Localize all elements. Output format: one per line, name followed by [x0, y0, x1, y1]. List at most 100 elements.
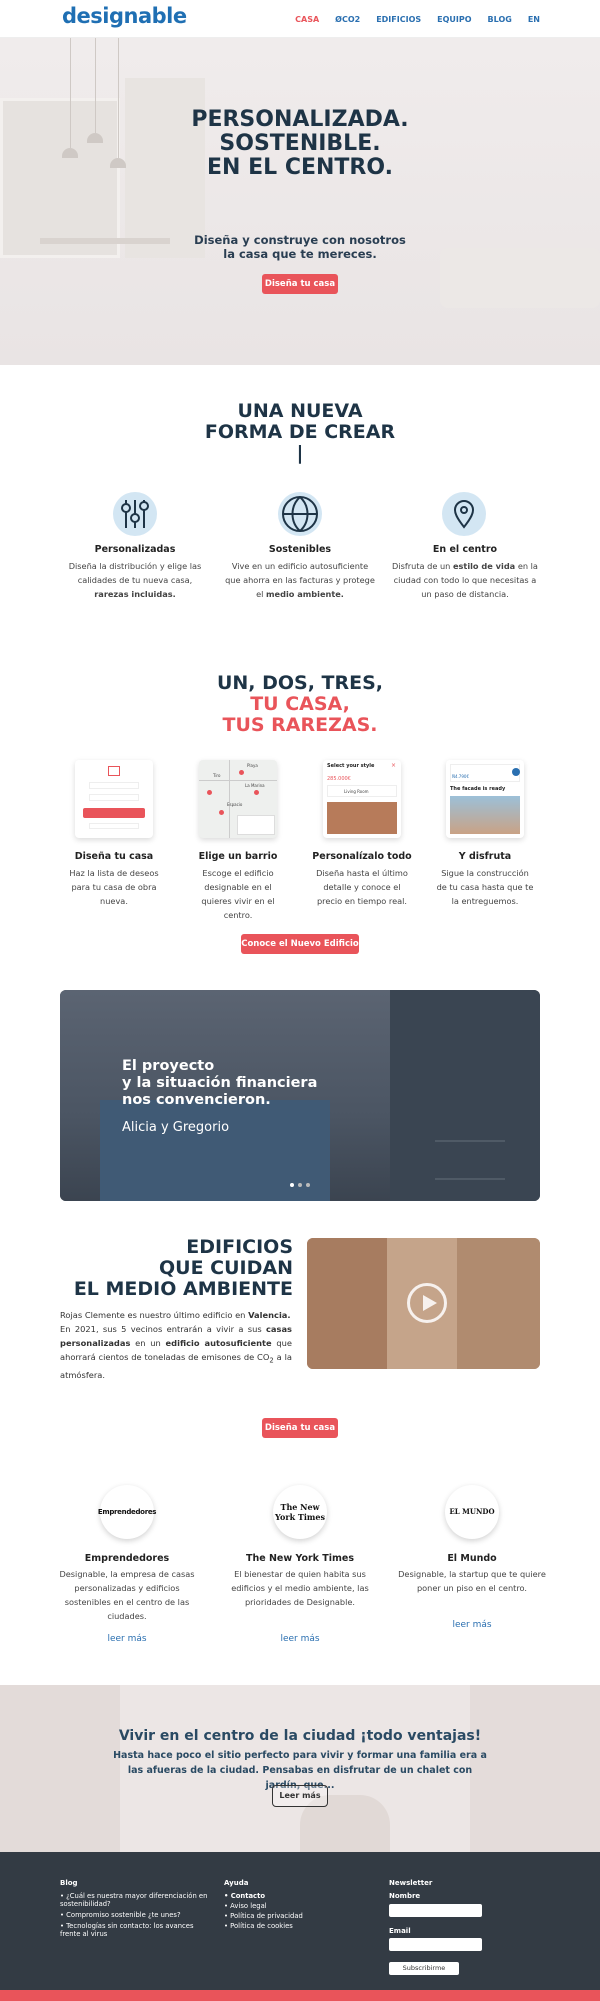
card-amount: Ñ4.790€	[452, 774, 469, 779]
map-road	[199, 780, 277, 781]
location-pin-icon	[442, 492, 486, 536]
site-header: designable CASA ØCO2 EDIFICIOS EQUIPO BL…	[0, 0, 600, 38]
buildings-text: Rojas Clemente es nuestro último edifici…	[60, 1310, 293, 1380]
newsletter-email-input[interactable]	[389, 1938, 482, 1951]
step-text: Escoge el edificio designable en el quie…	[201, 868, 275, 920]
step-customize-image: Select your style × 285.000€ Living Room	[323, 760, 401, 838]
footer-cookies-link[interactable]: • Política de cookies	[224, 1922, 293, 1930]
press-title: El Mundo	[447, 1553, 497, 1564]
close-icon: ×	[391, 762, 397, 769]
logo[interactable]: designable	[62, 4, 187, 28]
card-header	[450, 764, 520, 782]
newsletter-title: Newsletter	[389, 1879, 433, 1887]
step-text: Haz la lista de deseos para tu casa de o…	[69, 868, 159, 906]
footer-blog-link[interactable]: • Tecnologías sin contacto: los avances …	[60, 1922, 210, 1938]
map-pin-icon	[239, 770, 244, 775]
read-more-link[interactable]: leer más	[97, 1634, 157, 1644]
map-pin-icon	[254, 790, 259, 795]
globe-icon	[278, 492, 322, 536]
style-photo	[327, 802, 397, 834]
slider-dot[interactable]	[306, 1183, 310, 1187]
map-pin-icon	[219, 810, 224, 815]
nav-language[interactable]: EN	[528, 15, 540, 24]
read-more-button[interactable]: Leer más	[272, 1785, 328, 1807]
map-label: La Marina	[245, 783, 265, 788]
el-mundo-logo: EL MUNDO	[445, 1485, 499, 1539]
footer-blog-link[interactable]: • Compromiso sostenible ¿te unes?	[60, 1911, 210, 1919]
nav-edificios[interactable]: EDIFICIOS	[376, 15, 421, 24]
emprendedores-logo: Emprendedores	[98, 1485, 156, 1539]
buildings-title: EDIFICIOS QUE CUIDAN EL MEDIO AMBIENTE	[73, 1236, 293, 1300]
feature-text: Diseña la distribución y elige las calid…	[68, 561, 202, 599]
footer-legal-link[interactable]: • Aviso legal	[224, 1902, 267, 1910]
nav-equipo[interactable]: EQUIPO	[437, 15, 471, 24]
building-video[interactable]	[307, 1238, 540, 1369]
newsletter-name-label: Nombre	[389, 1892, 421, 1900]
slider-dot-active[interactable]	[290, 1183, 294, 1187]
map-road	[229, 760, 230, 838]
testimonial-author: Alicia y Gregorio	[122, 1120, 230, 1135]
press-title: Emprendedores	[84, 1553, 170, 1564]
step-text: Sigue la construcción de tu casa hasta q…	[436, 868, 534, 906]
avatar	[512, 768, 520, 776]
typing-cursor: |	[296, 442, 304, 464]
subscribe-button[interactable]: Subscribirme	[389, 1962, 459, 1975]
feature-title: En el centro	[432, 544, 498, 555]
radiator-image	[435, 1140, 505, 1180]
map-label: Espacio	[227, 802, 243, 807]
new-way-title: UNA NUEVA FORMA DE CREAR |	[0, 401, 600, 464]
facade-photo	[450, 796, 520, 834]
nav-blog[interactable]: BLOG	[488, 15, 512, 24]
footer-blog-title: Blog	[60, 1879, 78, 1887]
play-icon[interactable]	[407, 1283, 447, 1323]
kitchen-counter-image	[100, 1100, 330, 1201]
press-text: El bienestar de quien habita sus edifici…	[231, 1569, 369, 1607]
press-title: The New York Times	[245, 1553, 355, 1564]
feature-title: Personalizadas	[94, 544, 176, 555]
building-image	[307, 1238, 387, 1369]
read-more-link[interactable]: leer más	[442, 1620, 502, 1630]
footer-help-title: Ayuda	[224, 1879, 249, 1887]
newsletter-email-label: Email	[389, 1927, 411, 1935]
card-price: 285.000€	[327, 776, 351, 782]
nav-oco2[interactable]: ØCO2	[335, 15, 360, 24]
step-text: Diseña hasta el último detalle y conoce …	[316, 868, 408, 906]
form-button	[83, 808, 145, 818]
step-enjoy-image: Ñ4.790€ The facade is ready	[446, 760, 524, 838]
footer-contact-link[interactable]: • Contacto	[224, 1892, 265, 1900]
hero-cta-button[interactable]: Diseña tu casa	[262, 274, 338, 294]
slider-dot[interactable]	[298, 1183, 302, 1187]
newsletter-name-input[interactable]	[389, 1904, 482, 1917]
card-header: Select your style	[327, 763, 375, 769]
feature-title: Sostenibles	[268, 544, 332, 555]
nyt-logo: The New York Times	[273, 1485, 327, 1539]
form-field	[89, 823, 139, 829]
footer-privacy-link[interactable]: • Política de privacidad	[224, 1912, 303, 1920]
buildings-cta-button[interactable]: Diseña tu casa	[262, 1418, 338, 1438]
bottom-bar	[0, 1990, 600, 2001]
sliders-icon	[113, 492, 157, 536]
press-text: Designable, la startup que te quiere pon…	[398, 1569, 546, 1593]
nav-casa[interactable]: CASA	[295, 15, 319, 24]
hero-subtitle: Diseña y construye con nosotros la casa …	[194, 233, 406, 261]
footer-blog-link[interactable]: • ¿Cuál es nuestra mayor diferenciación …	[60, 1892, 210, 1908]
hero-title: PERSONALIZADA. SOSTENIBLE. EN EL CENTRO.	[191, 107, 409, 180]
feature-text: Vive en un edificio autosuficiente que a…	[225, 561, 375, 599]
step-map-image: Playa Tiro La Marina Espacio	[199, 760, 277, 838]
map-pin-icon	[207, 790, 212, 795]
step-title: Y disfruta	[458, 851, 512, 862]
testimonial-slider[interactable]: El proyecto y la situación financiera no…	[60, 990, 540, 1201]
step-design-image	[75, 760, 153, 838]
site-footer	[0, 1852, 600, 1990]
new-building-button[interactable]: Conoce el Nuevo Edificio	[241, 934, 359, 954]
press-text: Designable, la empresa de casas personal…	[59, 1569, 195, 1621]
map-label: Playa	[247, 763, 258, 768]
map-label: Tiro	[213, 773, 221, 778]
read-more-link[interactable]: leer más	[270, 1634, 330, 1644]
form-field	[89, 794, 139, 801]
feature-text: Disfruta de un estilo de vida en la ciud…	[392, 561, 538, 599]
testimonial-quote: El proyecto y la situación financiera no…	[122, 1058, 318, 1108]
form-field	[108, 766, 120, 776]
card-text: The facade is ready	[450, 786, 506, 792]
banner-title: Vivir en el centro de la ciudad ¡todo ve…	[118, 1728, 482, 1744]
